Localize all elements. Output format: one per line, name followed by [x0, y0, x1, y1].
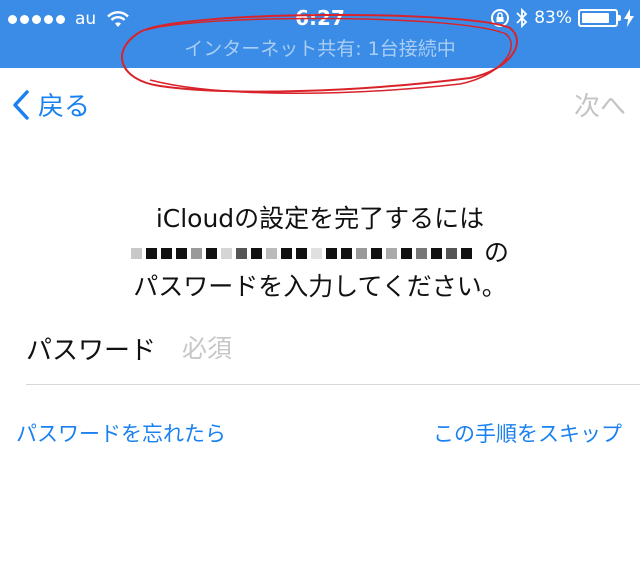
skip-step-link[interactable]: この手順をスキップ: [433, 418, 622, 448]
navigation-bar: 戻る 次へ: [0, 68, 640, 144]
instruction-message: iCloudの設定を完了するには の パスワードを入力してください。: [0, 202, 640, 304]
chevron-left-icon: [13, 89, 29, 120]
forgot-password-link[interactable]: パスワードを忘れたら: [16, 418, 226, 448]
back-button-label: 戻る: [38, 92, 91, 122]
next-button[interactable]: 次へ: [574, 86, 626, 123]
message-line-2-suffix: の: [483, 238, 509, 267]
password-label: パスワード: [26, 336, 157, 366]
message-line-1: iCloudの設定を完了するには: [155, 204, 485, 233]
message-line-3: パスワードを入力してください。: [133, 272, 507, 301]
back-button[interactable]: 戻る: [12, 86, 90, 123]
password-field[interactable]: [182, 334, 583, 363]
password-divider: [26, 384, 640, 385]
password-row: パスワード: [26, 330, 583, 367]
message-line-2: の: [0, 236, 640, 270]
redacted-apple-id: [130, 247, 476, 259]
